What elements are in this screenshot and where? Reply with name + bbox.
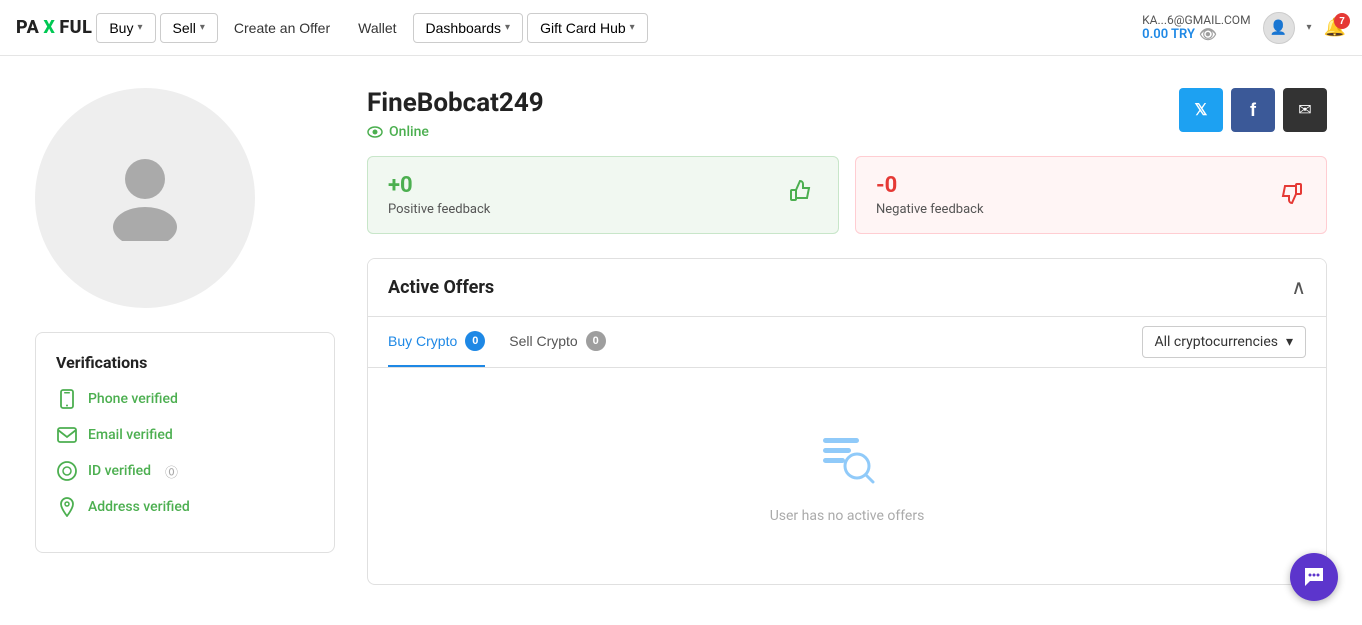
active-offers-box: Active Offers ∧ Buy Crypto 0 Sell Crypto… [367, 258, 1327, 585]
gift-card-hub-dropdown[interactable]: Gift Card Hub ▾ [527, 13, 648, 43]
facebook-share-button[interactable]: f [1231, 88, 1275, 132]
email-share-icon: ✉ [1298, 100, 1311, 120]
twitter-share-button[interactable]: 𝕏 [1179, 88, 1223, 132]
dashboards-dropdown[interactable]: Dashboards ▾ [413, 13, 524, 43]
online-text: Online [389, 124, 429, 140]
user-info: KA...6@GMAIL.COM 0.00 TRY 👁 [1142, 13, 1250, 43]
tab-sell-label: Sell Crypto [509, 333, 577, 349]
negative-feedback-label: Negative feedback [876, 202, 984, 217]
id-icon [56, 460, 78, 482]
id-verified-text: ID verified [88, 463, 151, 479]
logo: PAXFUL [16, 17, 92, 38]
profile-avatar [35, 88, 255, 308]
offers-title: Active Offers [388, 277, 494, 298]
dashboards-label: Dashboards [426, 20, 502, 36]
left-panel: Verifications Phone verified [35, 88, 335, 585]
phone-verified-text: Phone verified [88, 391, 178, 407]
address-icon [56, 496, 78, 518]
empty-search-icon [819, 428, 875, 496]
tab-buy-label: Buy Crypto [388, 333, 457, 349]
email-icon [56, 424, 78, 446]
verification-email: Email verified [56, 424, 314, 446]
online-status: Online [367, 124, 544, 140]
feedback-row: +0 Positive feedback -0 Negative feedbac… [367, 156, 1327, 234]
logo-text-ful: FUL [59, 17, 92, 38]
crypto-select-chevron-icon: ▾ [1286, 334, 1293, 350]
facebook-icon: f [1250, 100, 1256, 121]
profile-username: FineBobcat249 [367, 88, 544, 118]
buy-chevron-icon: ▾ [137, 22, 142, 33]
user-email: KA...6@GMAIL.COM [1142, 13, 1250, 27]
navbar: PAXFUL Buy ▾ Sell ▾ Create an Offer Wall… [0, 0, 1362, 56]
verifications-box: Verifications Phone verified [35, 332, 335, 553]
id-help-icon[interactable]: ⓪ [165, 462, 178, 481]
logo-text-pa: PA [16, 17, 39, 38]
social-buttons: 𝕏 f ✉ [1179, 88, 1327, 132]
twitter-icon: 𝕏 [1195, 100, 1208, 120]
online-eye-icon [367, 124, 383, 140]
gift-card-hub-chevron-icon: ▾ [630, 22, 635, 33]
buy-dropdown[interactable]: Buy ▾ [96, 13, 155, 43]
offers-header: Active Offers ∧ [368, 259, 1326, 317]
positive-feedback-value: +0 [388, 173, 490, 198]
positive-feedback-card: +0 Positive feedback [367, 156, 839, 234]
offers-empty-text: User has no active offers [770, 508, 925, 524]
sell-dropdown[interactable]: Sell ▾ [160, 13, 218, 43]
tab-sell-badge: 0 [586, 331, 606, 351]
thumbs-down-icon [1274, 176, 1306, 215]
nav-right: KA...6@GMAIL.COM 0.00 TRY 👁 👤 ▾ 🔔 7 [1142, 12, 1346, 44]
user-balance: 0.00 TRY 👁 [1142, 27, 1250, 43]
balance-value: 0.00 TRY [1142, 27, 1195, 42]
phone-icon [56, 388, 78, 410]
email-share-button[interactable]: ✉ [1283, 88, 1327, 132]
user-avatar[interactable]: 👤 [1263, 12, 1295, 44]
offers-tabs: Buy Crypto 0 Sell Crypto 0 All cryptocur… [368, 317, 1326, 368]
create-offer-link[interactable]: Create an Offer [222, 14, 342, 42]
offers-collapse-button[interactable]: ∧ [1291, 275, 1306, 300]
negative-feedback-value: -0 [876, 173, 984, 198]
tab-sell-crypto[interactable]: Sell Crypto 0 [509, 317, 605, 367]
right-panel: FineBobcat249 Online 𝕏 f ✉ [367, 88, 1327, 585]
logo-x: X [43, 17, 55, 38]
sell-label: Sell [173, 20, 196, 36]
crypto-select-wrap: All cryptocurrencies ▾ [1142, 326, 1307, 358]
notification-bell[interactable]: 🔔 7 [1324, 17, 1346, 38]
tab-buy-crypto[interactable]: Buy Crypto 0 [388, 317, 485, 367]
dashboards-chevron-icon: ▾ [505, 22, 510, 33]
hide-balance-icon[interactable]: 👁 [1199, 27, 1217, 43]
buy-label: Buy [109, 20, 133, 36]
verification-address: Address verified [56, 496, 314, 518]
crypto-select-dropdown[interactable]: All cryptocurrencies ▾ [1142, 326, 1307, 358]
verifications-title: Verifications [56, 353, 314, 372]
offers-empty-state: User has no active offers [368, 368, 1326, 584]
thumbs-up-icon [786, 176, 818, 215]
wallet-link[interactable]: Wallet [346, 14, 408, 42]
email-verified-text: Email verified [88, 427, 173, 443]
address-verified-text: Address verified [88, 499, 190, 515]
gift-card-hub-label: Gift Card Hub [540, 20, 626, 36]
profile-header: FineBobcat249 Online 𝕏 f ✉ [367, 88, 1327, 140]
profile-info: FineBobcat249 Online [367, 88, 544, 140]
crypto-select-label: All cryptocurrencies [1155, 334, 1278, 350]
page-content: Verifications Phone verified [11, 56, 1351, 617]
tab-buy-badge: 0 [465, 331, 485, 351]
sell-chevron-icon: ▾ [200, 22, 205, 33]
verification-id: ID verified ⓪ [56, 460, 314, 482]
avatar-chevron-icon[interactable]: ▾ [1307, 22, 1312, 33]
notification-badge: 7 [1334, 13, 1350, 29]
positive-feedback-label: Positive feedback [388, 202, 490, 217]
chat-icon [1303, 566, 1325, 588]
chat-fab-button[interactable] [1290, 553, 1338, 601]
avatar-icon [105, 151, 185, 245]
negative-feedback-card: -0 Negative feedback [855, 156, 1327, 234]
verification-phone: Phone verified [56, 388, 314, 410]
